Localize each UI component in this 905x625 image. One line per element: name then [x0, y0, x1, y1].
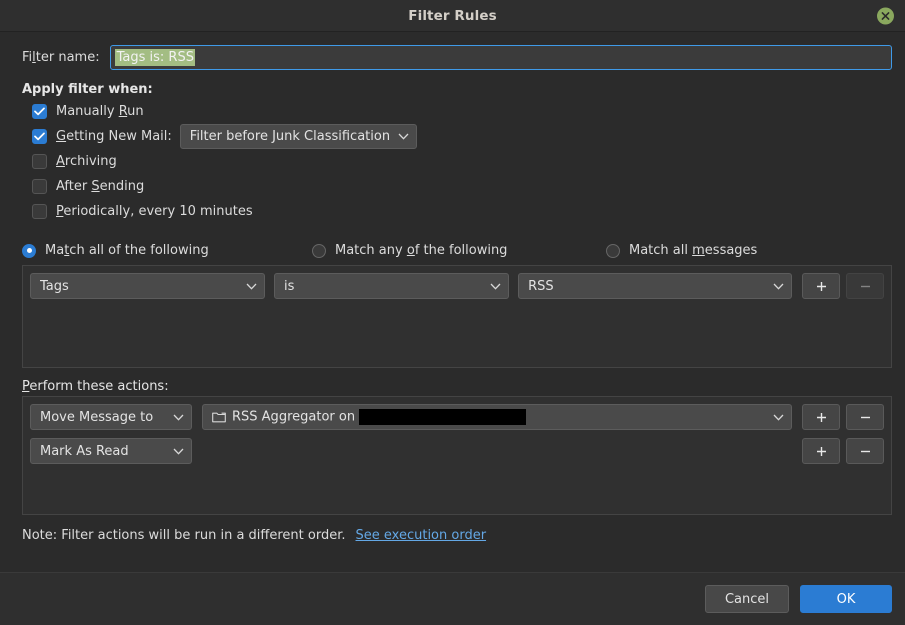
action-row: Mark As Read	[30, 438, 884, 464]
title-bar: Filter Rules	[0, 0, 905, 32]
checkbox-row-periodically: Periodically, every 10 minutes	[12, 199, 893, 224]
match-mode-radio-group: Match all of the following Match any of …	[12, 224, 893, 265]
condition-value-dropdown[interactable]: RSS	[518, 273, 792, 299]
note-text: Note: Filter actions will be run in a di…	[22, 528, 346, 543]
condition-field-dropdown[interactable]: Tags	[30, 273, 265, 299]
checkbox-row-getting-new-mail: Getting New Mail: Filter before Junk Cla…	[12, 124, 893, 149]
remove-condition-button	[846, 273, 884, 299]
apply-filter-when-heading: Apply filter when:	[12, 70, 893, 99]
condition-operator-dropdown[interactable]: is	[274, 273, 509, 299]
radio-match-any-of-the-following[interactable]: Match any of the following	[312, 243, 606, 258]
action-row: Move Message to RSS Aggregator on	[30, 404, 884, 430]
dropdown-new-mail-timing-value: Filter before Junk Classification	[190, 129, 390, 144]
remove-action-button[interactable]	[846, 438, 884, 464]
ok-button[interactable]: OK	[800, 585, 892, 613]
add-action-button[interactable]	[802, 438, 840, 464]
chevron-down-icon	[246, 279, 257, 294]
action-type-value: Move Message to	[40, 410, 165, 425]
label-archiving: Archiving	[56, 154, 117, 169]
checkbox-after-sending[interactable]	[32, 179, 47, 194]
chevron-down-icon	[173, 410, 184, 425]
condition-operator-value: is	[284, 279, 482, 294]
label-match-any-of-the-following: Match any of the following	[335, 243, 507, 258]
folder-icon	[212, 411, 226, 423]
dialog-footer: Cancel OK	[0, 572, 905, 625]
radio-indicator-unselected	[312, 244, 326, 258]
perform-actions-heading: Perform these actions:	[12, 368, 893, 396]
checkbox-row-manually-run: Manually Run	[12, 99, 893, 124]
dropdown-new-mail-timing[interactable]: Filter before Junk Classification	[180, 124, 417, 149]
label-getting-new-mail: Getting New Mail:	[56, 129, 172, 144]
checkbox-row-archiving: Archiving	[12, 149, 893, 174]
label-manually-run: Manually Run	[56, 104, 144, 119]
action-target-value: RSS Aggregator on	[232, 409, 765, 425]
chevron-down-icon	[773, 279, 784, 294]
see-execution-order-link[interactable]: See execution order	[356, 528, 487, 543]
action-type-dropdown[interactable]: Mark As Read	[30, 438, 192, 464]
action-target-folder-dropdown[interactable]: RSS Aggregator on	[202, 404, 792, 430]
label-match-all-messages: Match all messages	[629, 243, 757, 258]
radio-indicator-unselected	[606, 244, 620, 258]
cancel-button[interactable]: Cancel	[705, 585, 789, 613]
redacted-account-name	[359, 409, 526, 425]
radio-match-all-of-the-following[interactable]: Match all of the following	[22, 243, 312, 258]
filter-name-label: Filter name:	[12, 50, 110, 65]
condition-value-value: RSS	[528, 279, 765, 294]
actions-panel: Move Message to RSS Aggregator on	[22, 396, 892, 515]
label-after-sending: After Sending	[56, 179, 144, 194]
execution-order-note: Note: Filter actions will be run in a di…	[12, 515, 893, 543]
action-target-text: RSS Aggregator on	[232, 410, 355, 425]
filter-name-row: Filter name: Tags is: RSS	[12, 32, 893, 70]
radio-indicator-selected	[22, 244, 36, 258]
label-match-all-of-the-following: Match all of the following	[45, 243, 209, 258]
chevron-down-icon	[173, 444, 184, 459]
radio-match-all-messages[interactable]: Match all messages	[606, 243, 757, 258]
checkbox-getting-new-mail[interactable]	[32, 129, 47, 144]
action-type-dropdown[interactable]: Move Message to	[30, 404, 192, 430]
filter-name-input[interactable]: Tags is: RSS	[110, 45, 892, 70]
add-action-button[interactable]	[802, 404, 840, 430]
checkbox-manually-run[interactable]	[32, 104, 47, 119]
chevron-down-icon	[773, 410, 784, 425]
condition-row: Tags is RSS	[30, 273, 884, 299]
remove-action-button[interactable]	[846, 404, 884, 430]
window-title: Filter Rules	[408, 8, 496, 24]
dialog-body: Filter name: Tags is: RSS Apply filter w…	[0, 32, 905, 543]
checkbox-periodically[interactable]	[32, 204, 47, 219]
checkbox-archiving[interactable]	[32, 154, 47, 169]
conditions-panel: Tags is RSS	[22, 265, 892, 368]
add-condition-button[interactable]	[802, 273, 840, 299]
chevron-down-icon	[490, 279, 501, 294]
close-icon[interactable]	[877, 7, 894, 24]
action-type-value: Mark As Read	[40, 444, 165, 459]
filter-name-value: Tags is: RSS	[115, 49, 195, 66]
condition-field-value: Tags	[40, 279, 238, 294]
chevron-down-icon	[398, 129, 409, 144]
checkbox-row-after-sending: After Sending	[12, 174, 893, 199]
label-periodically: Periodically, every 10 minutes	[56, 204, 253, 219]
